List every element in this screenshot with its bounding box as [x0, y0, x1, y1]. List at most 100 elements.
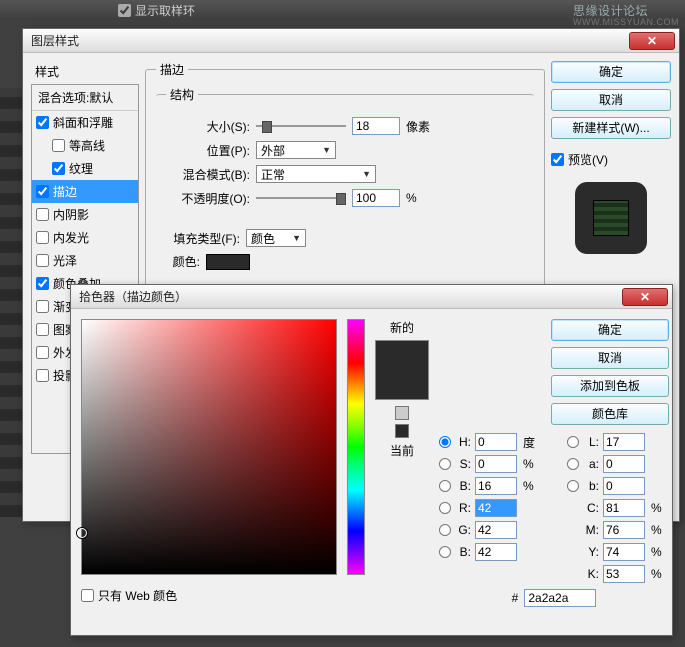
color-picker-titlebar[interactable]: 拾色器（描边颜色） ✕ — [71, 285, 672, 309]
size-label: 大小(S): — [166, 118, 250, 135]
opacity-unit: % — [406, 191, 417, 205]
s-radio[interactable] — [439, 458, 451, 470]
bv-input[interactable] — [475, 543, 517, 561]
h-input[interactable] — [475, 433, 517, 451]
web-safe-icon[interactable] — [395, 424, 409, 438]
close-button[interactable]: ✕ — [629, 32, 675, 50]
bh-radio[interactable] — [439, 480, 451, 492]
style-item-6[interactable]: 光泽 — [32, 249, 138, 272]
style-item-2[interactable]: 纹理 — [32, 157, 138, 180]
blendmode-select[interactable]: 正常▼ — [256, 165, 376, 183]
h-radio[interactable] — [439, 436, 451, 448]
color-libraries-button[interactable]: 颜色库 — [551, 403, 669, 425]
b-input[interactable] — [603, 477, 645, 495]
ok-button[interactable]: 确定 — [551, 61, 671, 83]
style-checkbox[interactable] — [36, 254, 49, 267]
s-input[interactable] — [475, 455, 517, 473]
layer-styles-titlebar[interactable]: 图层样式 ✕ — [23, 29, 679, 53]
color-picker-dialog: 拾色器（描边颜色） ✕ 只有 Web 颜色 新的 当前 — [70, 284, 673, 636]
color-fields-grid: H:度 .L: S:% .a: B:% .b: R: .C:% G: .M:% … — [439, 433, 669, 583]
picker-cancel-button[interactable]: 取消 — [551, 347, 669, 369]
r-radio[interactable] — [439, 502, 451, 514]
chevron-down-icon: ▼ — [322, 145, 331, 155]
bv-radio[interactable] — [439, 546, 451, 558]
size-slider[interactable] — [256, 119, 346, 133]
style-checkbox[interactable] — [36, 277, 49, 290]
style-checkbox[interactable] — [36, 369, 49, 382]
style-checkbox[interactable] — [36, 208, 49, 221]
show-sample-ring-checkbox[interactable] — [118, 4, 131, 17]
show-sample-ring-label: 显示取样环 — [135, 2, 195, 19]
g-input[interactable] — [475, 521, 517, 539]
style-item-1[interactable]: 等高线 — [32, 134, 138, 157]
k-input[interactable] — [603, 565, 645, 583]
style-item-label: 内发光 — [53, 229, 89, 246]
hue-slider[interactable] — [347, 319, 365, 575]
style-checkbox[interactable] — [36, 231, 49, 244]
chevron-down-icon: ▼ — [362, 169, 371, 179]
structure-fieldset: 结构 大小(S): 像素 位置(P): 外部▼ 混合模式(B): 正常▼ — [156, 86, 534, 223]
style-item-label: 等高线 — [69, 137, 105, 154]
close-button[interactable]: ✕ — [622, 288, 668, 306]
y-input[interactable] — [603, 543, 645, 561]
opacity-slider[interactable] — [256, 191, 346, 205]
web-only-checkbox[interactable] — [81, 589, 94, 602]
style-checkbox[interactable] — [52, 139, 65, 152]
style-item-5[interactable]: 内发光 — [32, 226, 138, 249]
c-input[interactable] — [603, 499, 645, 517]
style-item-0[interactable]: 斜面和浮雕 — [32, 111, 138, 134]
new-color-swatch — [376, 341, 428, 370]
l-input[interactable] — [603, 433, 645, 451]
r-input[interactable] — [475, 499, 517, 517]
style-item-4[interactable]: 内阴影 — [32, 203, 138, 226]
size-input[interactable] — [352, 117, 400, 135]
position-select[interactable]: 外部▼ — [256, 141, 336, 159]
cube-icon[interactable] — [395, 406, 409, 420]
style-checkbox[interactable] — [52, 162, 65, 175]
cancel-button[interactable]: 取消 — [551, 89, 671, 111]
structure-title: 结构 — [166, 86, 198, 103]
add-to-swatches-button[interactable]: 添加到色板 — [551, 375, 669, 397]
style-checkbox[interactable] — [36, 346, 49, 359]
picker-ok-button[interactable]: 确定 — [551, 319, 669, 341]
watermark: 思缘设计论坛 WWW.MISSYUAN.COM — [573, 2, 679, 27]
l-radio[interactable] — [567, 436, 579, 448]
opacity-input[interactable] — [352, 189, 400, 207]
blend-options-row[interactable]: 混合选项:默认 — [32, 85, 138, 111]
style-checkbox[interactable] — [36, 185, 49, 198]
new-style-button[interactable]: 新建样式(W)... — [551, 117, 671, 139]
style-item-label: 斜面和浮雕 — [53, 114, 113, 131]
blendmode-label: 混合模式(B): — [166, 166, 250, 183]
filltype-select[interactable]: 颜色▼ — [246, 229, 306, 247]
hex-input[interactable] — [524, 589, 596, 607]
preview-label: 预览(V) — [568, 151, 608, 168]
layer-styles-title: 图层样式 — [31, 32, 629, 49]
current-color-label: 当前 — [390, 442, 414, 459]
styles-heading: 样式 — [31, 61, 139, 84]
position-label: 位置(P): — [166, 142, 250, 159]
saturation-value-field[interactable] — [81, 319, 337, 575]
background-strip — [0, 88, 22, 517]
a-radio[interactable] — [567, 458, 579, 470]
style-checkbox[interactable] — [36, 116, 49, 129]
new-color-label: 新的 — [390, 319, 414, 336]
style-item-3[interactable]: 描边 — [32, 180, 138, 203]
preview-checkbox[interactable] — [551, 153, 564, 166]
bh-input[interactable] — [475, 477, 517, 495]
style-item-label: 描边 — [53, 183, 77, 200]
a-input[interactable] — [603, 455, 645, 473]
style-checkbox[interactable] — [36, 300, 49, 313]
color-compare-swatch[interactable] — [375, 340, 429, 400]
chevron-down-icon: ▼ — [292, 233, 301, 243]
stroke-group-title: 描边 — [156, 61, 188, 78]
m-input[interactable] — [603, 521, 645, 539]
style-item-label: 纹理 — [69, 160, 93, 177]
b-radio[interactable] — [567, 480, 579, 492]
style-checkbox[interactable] — [36, 323, 49, 336]
stroke-color-swatch[interactable] — [206, 254, 250, 270]
color-label: 颜色: — [156, 253, 200, 270]
color-cursor-icon — [77, 528, 87, 538]
g-radio[interactable] — [439, 524, 451, 536]
preview-thumbnail — [575, 182, 647, 254]
size-unit: 像素 — [406, 118, 430, 135]
